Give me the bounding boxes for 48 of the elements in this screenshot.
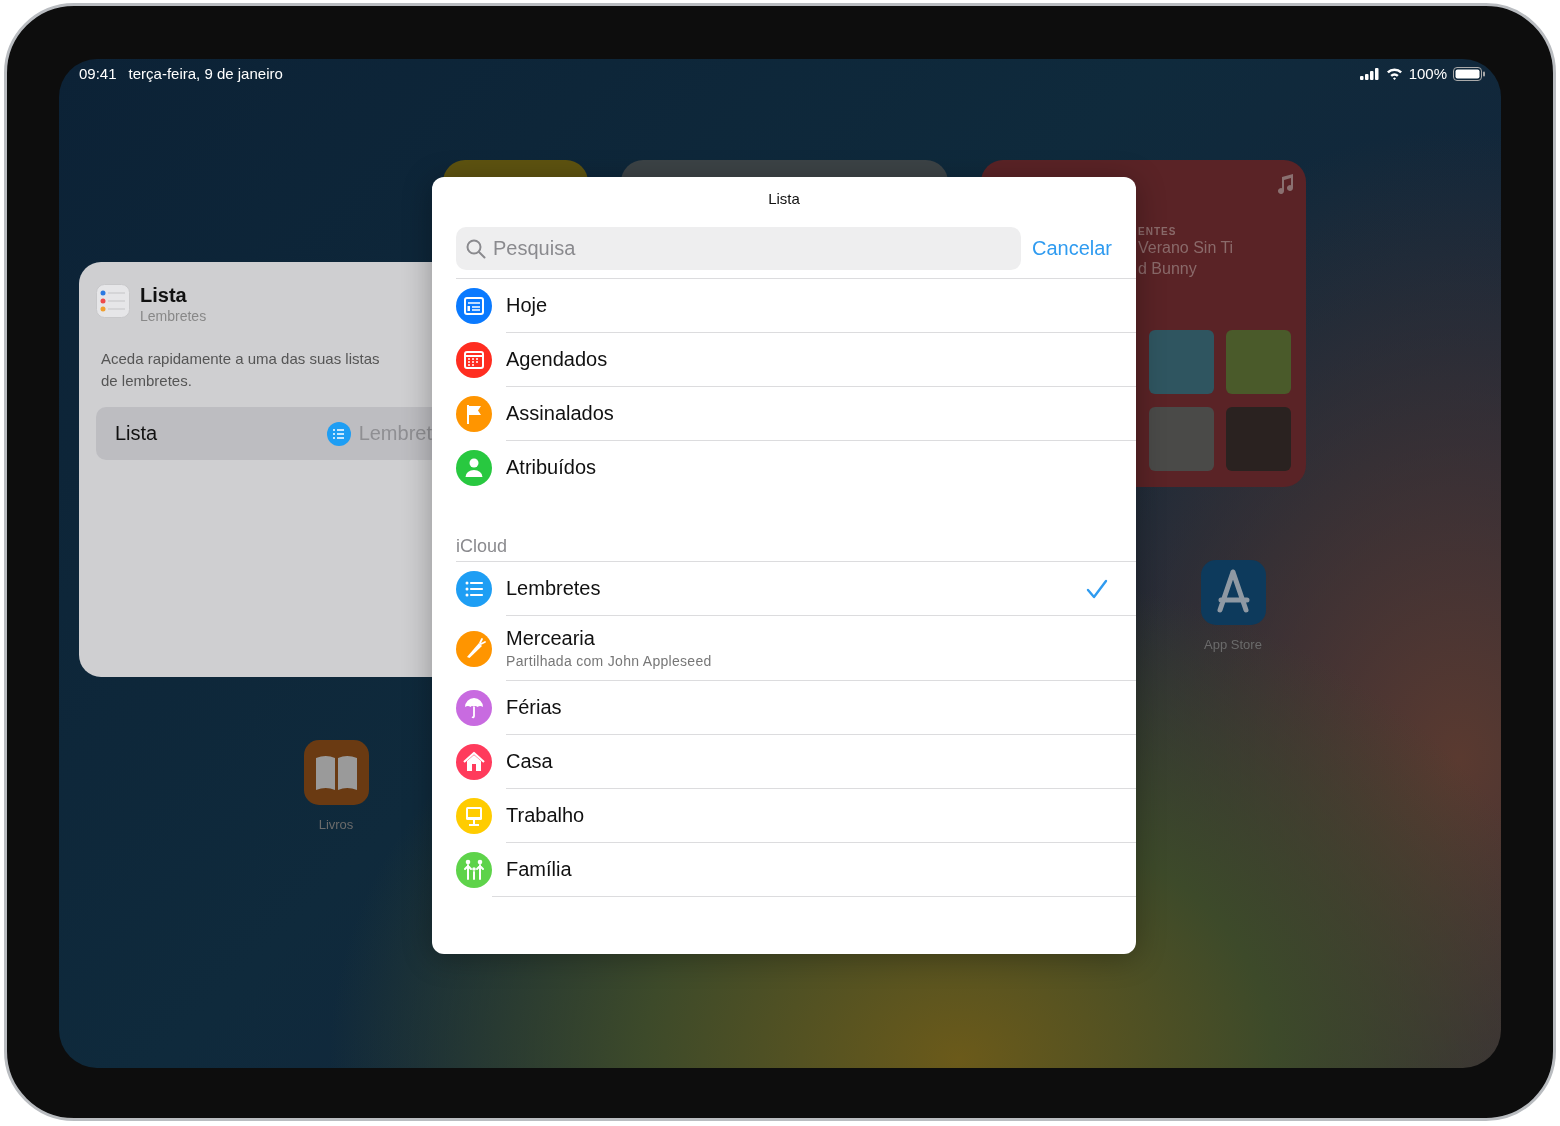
widget-description: Aceda rapidamente a uma das suas listas de lembretes. — [101, 349, 381, 391]
app-store-icon[interactable] — [1200, 560, 1266, 625]
section-caption: ENTES — [1138, 226, 1178, 237]
status-date: terça-feira, 9 de janeiro — [128, 65, 283, 82]
battery-icon — [1453, 66, 1485, 81]
album-art-placeholder[interactable] — [1226, 330, 1291, 394]
artist-name: d Bunny — [1138, 259, 1198, 279]
list-row[interactable]: Hoje — [456, 279, 1136, 333]
list-row[interactable]: Mercearia Partilhada com John Appleseed — [456, 616, 1136, 681]
list-row[interactable]: Agendados — [456, 333, 1136, 387]
open-book-icon[interactable] — [303, 740, 369, 805]
search-field[interactable]: Pesquisa — [456, 227, 1021, 270]
list-row[interactable]: Férias — [456, 681, 1136, 735]
cellular-signal-icon — [1359, 67, 1380, 80]
wifi-icon — [1385, 67, 1403, 80]
list-name: Família — [506, 858, 572, 881]
list-name: Hoje — [506, 294, 548, 317]
list-name: Casa — [506, 750, 553, 773]
album-art-placeholder[interactable] — [1149, 330, 1214, 394]
section-header: iCloud — [456, 536, 509, 557]
list-row[interactable]: Casa — [456, 735, 1136, 789]
option-label: Lista — [115, 422, 158, 445]
music-note-icon — [1276, 174, 1294, 194]
album-art-placeholder[interactable] — [1226, 407, 1291, 471]
list-name: Assinalados — [506, 402, 614, 425]
list-name: Lembretes — [506, 577, 601, 600]
list-name: Trabalho — [506, 804, 585, 827]
app-label: App Store — [1204, 637, 1262, 652]
list-row[interactable]: Família — [456, 843, 1136, 897]
list-subtitle: Partilhada com John Appleseed — [506, 653, 712, 669]
album-art-placeholder[interactable] — [1149, 407, 1214, 471]
list-row[interactable]: Atribuídos — [456, 441, 1136, 494]
album-title: Verano Sin Ti — [1138, 238, 1234, 258]
list-row[interactable]: Trabalho — [456, 789, 1136, 843]
app-label: Livros — [318, 817, 354, 832]
list-icon — [326, 421, 351, 446]
list-name: Atribuídos — [506, 456, 597, 479]
list-row[interactable]: Lembretes — [456, 562, 1136, 616]
list-name: Mercearia — [506, 627, 596, 650]
dialog-title: Lista — [767, 189, 801, 209]
widget-title: Lista — [140, 284, 188, 306]
list-row[interactable]: Assinalados — [456, 387, 1136, 441]
widget-subtitle: Lembretes — [140, 308, 207, 324]
list-name: Agendados — [506, 348, 608, 371]
reminders-app-icon — [96, 284, 130, 318]
status-time: 09:41 — [79, 65, 117, 82]
list-name: Férias — [506, 696, 562, 719]
battery-percentage: 100% — [1408, 65, 1447, 82]
